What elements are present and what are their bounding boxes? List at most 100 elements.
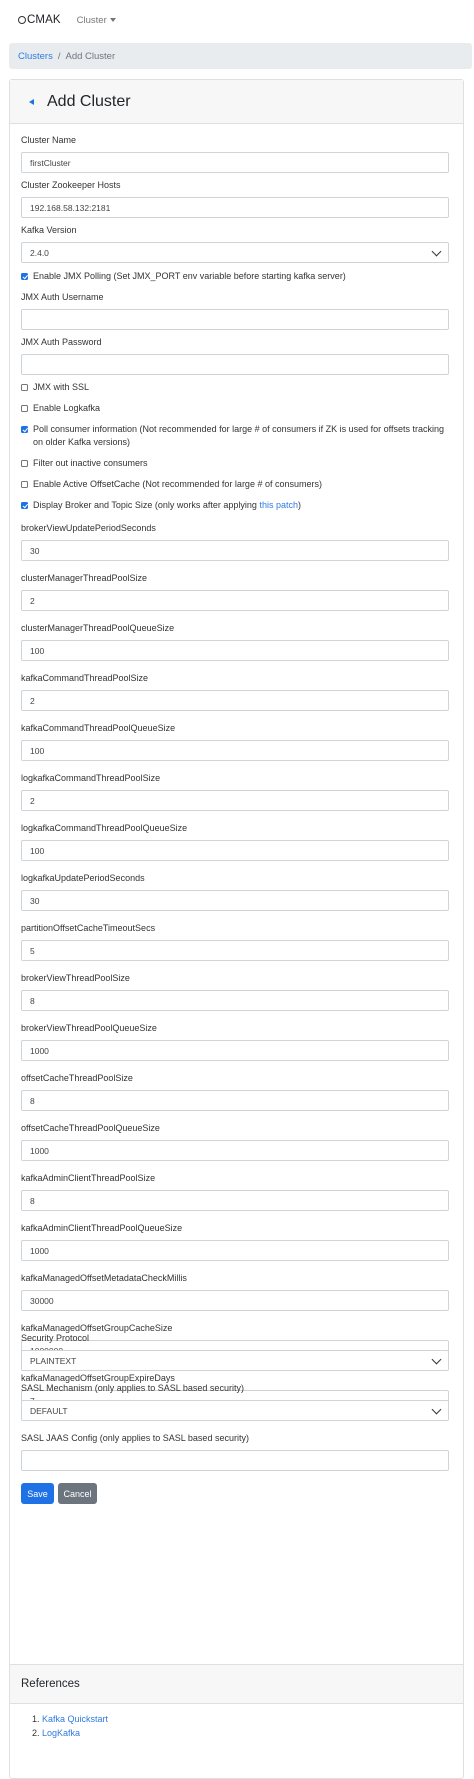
display-size-suffix: ): [297, 500, 301, 510]
field-label: clusterManagerThreadPoolSize: [21, 573, 148, 583]
jmx-pass-label: JMX Auth Password: [21, 337, 102, 347]
logkafka-label: Enable Logkafka: [33, 403, 101, 413]
logkafka-checkbox[interactable]: Enable Logkafka: [21, 402, 449, 415]
active-offset-cache-label: Enable Active OffsetCache (Not recommend…: [33, 479, 322, 489]
field-label: partitionOffsetCacheTimeoutSecs: [21, 923, 156, 933]
field-input-logkafkaUpdatePeriodSeconds[interactable]: 30: [21, 890, 449, 911]
field-label: kafkaAdminClientThreadPoolSize: [21, 1173, 156, 1183]
kafka-version-label: Kafka Version: [21, 225, 77, 235]
field-input-logkafkaCommandThreadPoolQueueSize[interactable]: 100: [21, 840, 449, 861]
field-label: clusterManagerThreadPoolQueueSize: [21, 623, 175, 633]
security-protocol-label: Security Protocol: [21, 1333, 90, 1343]
this-patch-link[interactable]: this patch: [259, 500, 298, 510]
field-label: logkafkaCommandThreadPoolQueueSize: [21, 823, 188, 833]
reference-number: 2.: [32, 1728, 40, 1738]
reference-item: 2. LogKafka: [32, 1726, 108, 1740]
checkbox-checked-icon[interactable]: [21, 426, 28, 433]
checkbox-unchecked-icon[interactable]: [21, 405, 28, 412]
chevron-down-icon: [431, 1404, 442, 1414]
card-header: Add Cluster: [10, 80, 463, 124]
sasl-jaas-label: SASL JAAS Config (only applies to SASL b…: [21, 1433, 249, 1443]
field-input-brokerViewThreadPoolQueueSize[interactable]: 1000: [21, 1040, 449, 1061]
field-label: kafkaManagedOffsetGroupCacheSize: [21, 1323, 173, 1333]
field-input-clusterManagerThreadPoolQueueSize[interactable]: 100: [21, 640, 449, 661]
logkafka-link[interactable]: LogKafka: [42, 1728, 80, 1738]
poll-consumer-checkbox[interactable]: Poll consumer information (Not recommend…: [21, 423, 449, 449]
field-input-brokerViewUpdatePeriodSeconds[interactable]: 30: [21, 540, 449, 561]
cluster-dropdown[interactable]: Cluster: [77, 15, 116, 26]
references-header: References: [10, 1664, 463, 1704]
field-input-brokerViewThreadPoolSize[interactable]: 8: [21, 990, 449, 1011]
field-label: kafkaManagedOffsetGroupExpireDays: [21, 1373, 175, 1383]
add-cluster-card: Add Cluster Cluster Name firstCluster Cl…: [9, 79, 464, 1779]
checkbox-unchecked-icon[interactable]: [21, 481, 28, 488]
sasl-mechanism-label: SASL Mechanism (only applies to SASL bas…: [21, 1383, 244, 1393]
field-label: kafkaAdminClientThreadPoolQueueSize: [21, 1223, 183, 1233]
save-button[interactable]: Save: [21, 1483, 54, 1504]
zk-hosts-label: Cluster Zookeeper Hosts: [21, 180, 121, 190]
field-label: logkafkaUpdatePeriodSeconds: [21, 873, 145, 883]
poll-consumer-label: Poll consumer information (Not recommend…: [33, 424, 445, 447]
brand-name: CMAK: [27, 14, 61, 26]
reference-number: 1.: [32, 1714, 40, 1724]
cluster-name-input[interactable]: firstCluster: [21, 152, 449, 173]
cancel-button[interactable]: Cancel: [58, 1483, 97, 1504]
filter-inactive-checkbox[interactable]: Filter out inactive consumers: [21, 457, 449, 470]
field-label: offsetCacheThreadPoolSize: [21, 1073, 133, 1083]
field-input-kafkaCommandThreadPoolQueueSize[interactable]: 100: [21, 740, 449, 761]
breadcrumb-current: Add Cluster: [65, 50, 116, 62]
kafka-version-select[interactable]: 2.4.0: [21, 242, 449, 263]
field-label: logkafkaCommandThreadPoolSize: [21, 773, 161, 783]
checkbox-unchecked-icon[interactable]: [21, 384, 28, 391]
field-label: brokerViewThreadPoolQueueSize: [21, 1023, 157, 1033]
field-input-kafkaManagedOffsetMetadataCheckMillis[interactable]: 30000: [21, 1290, 449, 1311]
display-size-text: Display Broker and Topic Size (only work…: [33, 500, 260, 510]
active-offset-cache-checkbox[interactable]: Enable Active OffsetCache (Not recommend…: [21, 478, 449, 491]
field-input-logkafkaCommandThreadPoolSize[interactable]: 2: [21, 790, 449, 811]
kafka-quickstart-link[interactable]: Kafka Quickstart: [42, 1714, 108, 1724]
kafka-version-value: 2.4.0: [30, 247, 49, 258]
field-label: offsetCacheThreadPoolQueueSize: [21, 1123, 160, 1133]
references-title: References: [21, 1678, 80, 1690]
checkbox-checked-icon[interactable]: [21, 273, 28, 280]
page-title: Add Cluster: [47, 92, 131, 110]
sasl-mechanism-select[interactable]: DEFAULT: [21, 1400, 449, 1421]
cluster-name-label: Cluster Name: [21, 135, 77, 145]
field-input-offsetCacheThreadPoolSize[interactable]: 8: [21, 1090, 449, 1111]
zk-hosts-input[interactable]: 192.168.58.132:2181: [21, 197, 449, 218]
back-arrow-icon[interactable]: [28, 98, 36, 106]
field-label: brokerViewThreadPoolSize: [21, 973, 130, 983]
field-input-kafkaCommandThreadPoolSize[interactable]: 2: [21, 690, 449, 711]
navbar: CMAK Cluster: [0, 0, 474, 40]
jmx-user-input[interactable]: [21, 309, 449, 330]
field-input-kafkaAdminClientThreadPoolSize[interactable]: 8: [21, 1190, 449, 1211]
caret-down-icon: [109, 18, 116, 22]
jmx-polling-label: Enable JMX Polling (Set JMX_PORT env var…: [33, 271, 346, 281]
field-input-partitionOffsetCacheTimeoutSecs[interactable]: 5: [21, 940, 449, 961]
checkbox-unchecked-icon[interactable]: [21, 460, 28, 467]
jmx-ssl-label: JMX with SSL: [33, 382, 90, 392]
security-protocol-select[interactable]: PLAINTEXT: [21, 1350, 449, 1371]
jmx-polling-checkbox[interactable]: Enable JMX Polling (Set JMX_PORT env var…: [21, 270, 449, 283]
breadcrumb-clusters-link[interactable]: Clusters: [18, 51, 53, 62]
field-input-kafkaAdminClientThreadPoolQueueSize[interactable]: 1000: [21, 1240, 449, 1261]
logo-circle-icon: [18, 16, 26, 24]
field-input-clusterManagerThreadPoolSize[interactable]: 2: [21, 590, 449, 611]
checkbox-checked-icon[interactable]: [21, 502, 28, 509]
jmx-ssl-checkbox[interactable]: JMX with SSL: [21, 381, 449, 394]
jmx-pass-input[interactable]: [21, 354, 449, 375]
field-label: kafkaManagedOffsetMetadataCheckMillis: [21, 1273, 187, 1283]
field-label: kafkaCommandThreadPoolSize: [21, 673, 149, 683]
cluster-dropdown-label: Cluster: [76, 14, 107, 26]
breadcrumb-separator: /: [57, 50, 61, 62]
chevron-down-icon: [431, 1354, 442, 1364]
field-input-offsetCacheThreadPoolQueueSize[interactable]: 1000: [21, 1140, 449, 1161]
display-size-label: Display Broker and Topic Size (only work…: [33, 499, 301, 512]
security-protocol-value: PLAINTEXT: [30, 1355, 77, 1366]
field-label: kafkaCommandThreadPoolQueueSize: [21, 723, 176, 733]
sasl-jaas-input[interactable]: [21, 1450, 449, 1471]
jmx-user-label: JMX Auth Username: [21, 292, 104, 302]
brand-logo[interactable]: CMAK: [18, 14, 61, 26]
reference-item: 1. Kafka Quickstart: [32, 1712, 108, 1726]
display-size-checkbox[interactable]: Display Broker and Topic Size (only work…: [21, 499, 449, 512]
